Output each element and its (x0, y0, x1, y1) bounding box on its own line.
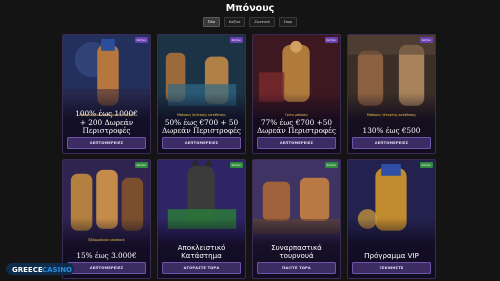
bonus-card[interactable]: Καζίνο Πρόγραμμα VIP ΞΕΚΙΝΗΣΤΕ (347, 159, 436, 279)
bonus-headline: 100% έως 1000€ + 200 Δωρεάν Περιστροφές (75, 109, 138, 136)
bonus-headline: 130% έως €500 (362, 126, 421, 136)
bonus-card[interactable]: Καζίνο Μπόνους τέταρτης κατάθεσης 130% έ… (347, 34, 436, 154)
bonus-headline: 15% έως 3.000€ (76, 251, 137, 261)
bonus-headline: Συναρπαστικά τουρνουά (271, 242, 322, 261)
details-button[interactable]: ΛΕΠΤΟΜΕΡΕΙΕΣ (67, 137, 146, 149)
bonus-headline: 77% έως €700 +50 Δωρεάν Περιστροφές (257, 117, 336, 136)
play-now-button[interactable]: ΠΑΙΞΤΕ ΤΩΡΑ (257, 262, 336, 274)
filter-all[interactable]: Όλα (202, 17, 220, 27)
details-button[interactable]: ΛΕΠΤΟΜΕΡΕΙΕΣ (257, 137, 336, 149)
bonus-card[interactable]: Καζίνο Εβδομαδιαίο cashback 15% έως 3.00… (62, 159, 151, 279)
filter-live[interactable]: Ζωντανό (249, 17, 275, 27)
svg-text:CASINO: CASINO (42, 266, 72, 274)
category-badge: Καζίνο (134, 162, 148, 168)
bonus-card[interactable]: Καζίνο Μπόνους δεύτερης κατάθεσης 50% έω… (157, 34, 246, 154)
bonus-subtitle: Μπόνους δεύτερης κατάθεσης (177, 113, 226, 117)
bonus-headline: Πρόγραμμα VIP (364, 251, 419, 261)
category-badge: Καζίνο (419, 162, 433, 168)
details-button[interactable]: ΛΕΠΤΟΜΕΡΕΙΕΣ (352, 137, 431, 149)
buy-now-button[interactable]: ΑΓΟΡΑΣΤΕ ΤΩΡΑ (162, 262, 241, 274)
category-badge: Καζίνο (229, 162, 243, 168)
category-badge: Καζίνο (229, 37, 243, 43)
details-button[interactable]: ΛΕΠΤΟΜΕΡΕΙΕΣ (162, 137, 241, 149)
bonus-card[interactable]: Καζίνο Τρίτο μπόνους 77% έως €700 +50 Δω… (252, 34, 341, 154)
bonus-headline: 50% έως €700 + 50 Δωρεάν Περιστροφές (162, 117, 241, 136)
category-badge: Καζίνο (419, 37, 433, 43)
bonus-subtitle: Μπόνους τέταρτης κατάθεσης (366, 113, 417, 117)
category-badge: Καζίνο (324, 37, 338, 43)
bonus-subtitle: Τρίτο μπόνους (284, 113, 309, 117)
page-title: Μπόνους (225, 3, 275, 14)
details-button[interactable]: ΛΕΠΤΟΜΕΡΕΙΕΣ (67, 262, 146, 274)
bonus-card[interactable]: Καζίνο Μπόνους Καλωσορίσματος καζίνο 100… (62, 34, 151, 154)
category-badge: Καζίνο (324, 162, 338, 168)
start-button[interactable]: ΞΕΚΙΝΗΣΤΕ (352, 262, 431, 274)
filter-casino[interactable]: Καζίνο (223, 17, 246, 27)
bonus-headline: Αποκλειστικό Κατάστημα (177, 242, 226, 261)
category-badge: Καζίνο (134, 37, 148, 43)
bonus-grid: Καζίνο Μπόνους Καλωσορίσματος καζίνο 100… (62, 34, 438, 279)
filter-bar: Όλα Καζίνο Ζωντανό Σπορ (0, 17, 500, 27)
svg-text:GREECE: GREECE (12, 266, 43, 274)
bonus-card[interactable]: Καζίνο Συναρπαστικά τουρνουά ΠΑΙΞΤΕ ΤΩΡΑ (252, 159, 341, 279)
site-logo: GREECE CASINO (6, 263, 74, 275)
bonus-card[interactable]: Καζίνο Αποκλειστικό Κατάστημα ΑΓΟΡΑΣΤΕ Τ… (157, 159, 246, 279)
bonus-subtitle: Εβδομαδιαίο cashback (88, 238, 125, 242)
filter-sports[interactable]: Σπορ (278, 17, 298, 27)
